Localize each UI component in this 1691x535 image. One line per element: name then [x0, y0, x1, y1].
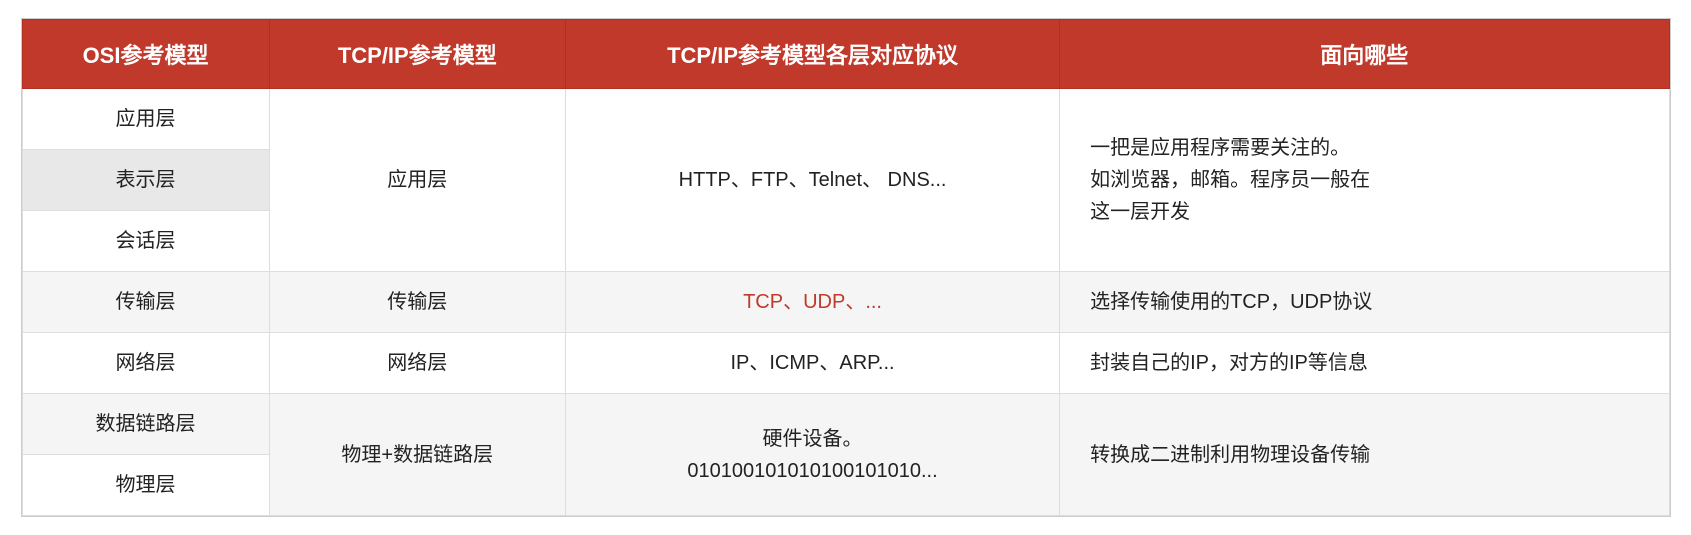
tcpip-layer-network: 网络层 — [269, 333, 565, 394]
description-app: 一把是应用程序需要关注的。如浏览器，邮箱。程序员一般在这一层开发 — [1060, 89, 1669, 272]
osi-layer-physical: 物理层 — [22, 455, 269, 516]
description-network: 封装自己的IP，对方的IP等信息 — [1060, 333, 1669, 394]
tcpip-layer-app: 应用层 — [269, 89, 565, 272]
description-transport: 选择传输使用的TCP，UDP协议 — [1060, 272, 1669, 333]
protocols-network: IP、ICMP、ARP... — [566, 333, 1060, 394]
tcp-udp-text: TCP、UDP、... — [743, 291, 882, 313]
osi-layer-datalink: 数据链路层 — [22, 394, 269, 455]
description-datalink: 转换成二进制利用物理设备传输 — [1060, 394, 1669, 516]
table-header-row: OSI参考模型 TCP/IP参考模型 TCP/IP参考模型各层对应协议 面向哪些 — [22, 20, 1669, 89]
header-protocols: TCP/IP参考模型各层对应协议 — [566, 20, 1060, 89]
protocols-app: HTTP、FTP、Telnet、 DNS... — [566, 89, 1060, 272]
osi-layer-wangluo: 网络层 — [22, 333, 269, 394]
tcpip-layer-physical-datalink: 物理+数据链路层 — [269, 394, 565, 516]
osi-layer-chuanshu: 传输层 — [22, 272, 269, 333]
table-row: 传输层 传输层 TCP、UDP、... 选择传输使用的TCP，UDP协议 — [22, 272, 1669, 333]
osi-layer-yingyong: 应用层 — [22, 89, 269, 150]
table-row: 应用层 应用层 HTTP、FTP、Telnet、 DNS... 一把是应用程序需… — [22, 89, 1669, 150]
table-row: 网络层 网络层 IP、ICMP、ARP... 封装自己的IP，对方的IP等信息 — [22, 333, 1669, 394]
network-model-table: OSI参考模型 TCP/IP参考模型 TCP/IP参考模型各层对应协议 面向哪些… — [21, 18, 1671, 517]
osi-layer-biaoshi: 表示层 — [22, 150, 269, 211]
protocols-transport: TCP、UDP、... — [566, 272, 1060, 333]
header-description: 面向哪些 — [1060, 20, 1669, 89]
header-tcpip: TCP/IP参考模型 — [269, 20, 565, 89]
header-osi: OSI参考模型 — [22, 20, 269, 89]
tcpip-layer-transport: 传输层 — [269, 272, 565, 333]
table-row: 数据链路层 物理+数据链路层 硬件设备。01010010101010010101… — [22, 394, 1669, 455]
protocols-datalink: 硬件设备。010100101010100101010... — [566, 394, 1060, 516]
osi-layer-huihua: 会话层 — [22, 211, 269, 272]
